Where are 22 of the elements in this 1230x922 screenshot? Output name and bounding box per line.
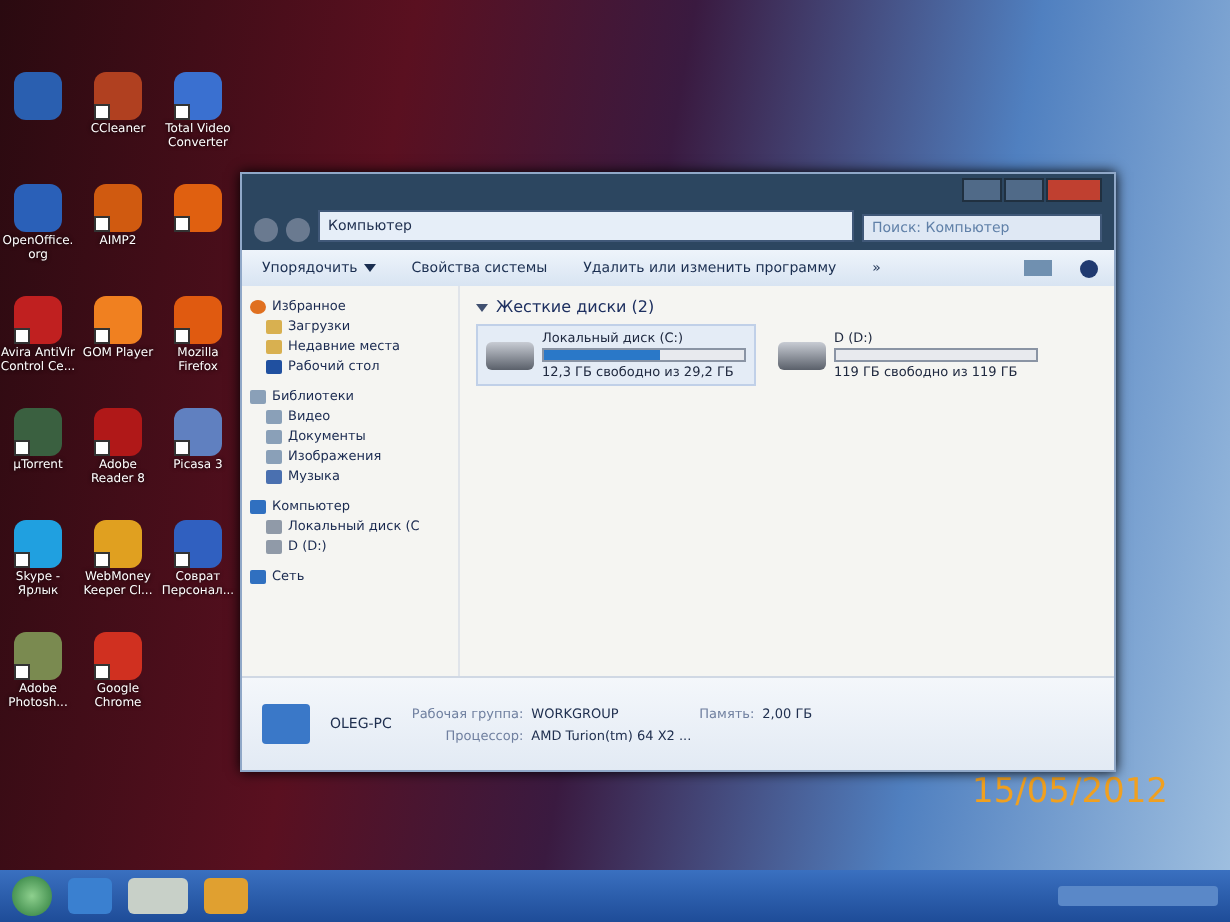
app-icon[interactable] bbox=[14, 520, 62, 568]
app-icon[interactable] bbox=[94, 184, 142, 232]
app-icon[interactable] bbox=[94, 520, 142, 568]
app-icon[interactable] bbox=[94, 296, 142, 344]
app-icon[interactable] bbox=[14, 296, 62, 344]
caret-icon bbox=[363, 264, 376, 272]
app-icon[interactable] bbox=[14, 408, 62, 456]
app-icon[interactable] bbox=[174, 520, 222, 568]
app-icon[interactable] bbox=[14, 632, 62, 680]
app-icon[interactable] bbox=[174, 408, 222, 456]
app-icon[interactable] bbox=[94, 72, 142, 120]
date-text: 15/05/2012 bbox=[972, 772, 1168, 812]
start-button[interactable] bbox=[12, 876, 52, 916]
app-icon[interactable] bbox=[174, 72, 222, 120]
app-icon[interactable] bbox=[94, 632, 142, 680]
minimize-button[interactable] bbox=[962, 178, 1002, 202]
maximize-button[interactable] bbox=[1004, 178, 1044, 202]
group-header[interactable]: Жесткие диски (2) bbox=[476, 298, 1098, 316]
app-icon[interactable] bbox=[94, 408, 142, 456]
app-icon[interactable] bbox=[174, 184, 222, 232]
close-button[interactable] bbox=[1046, 178, 1102, 202]
app-icon[interactable] bbox=[174, 296, 222, 344]
